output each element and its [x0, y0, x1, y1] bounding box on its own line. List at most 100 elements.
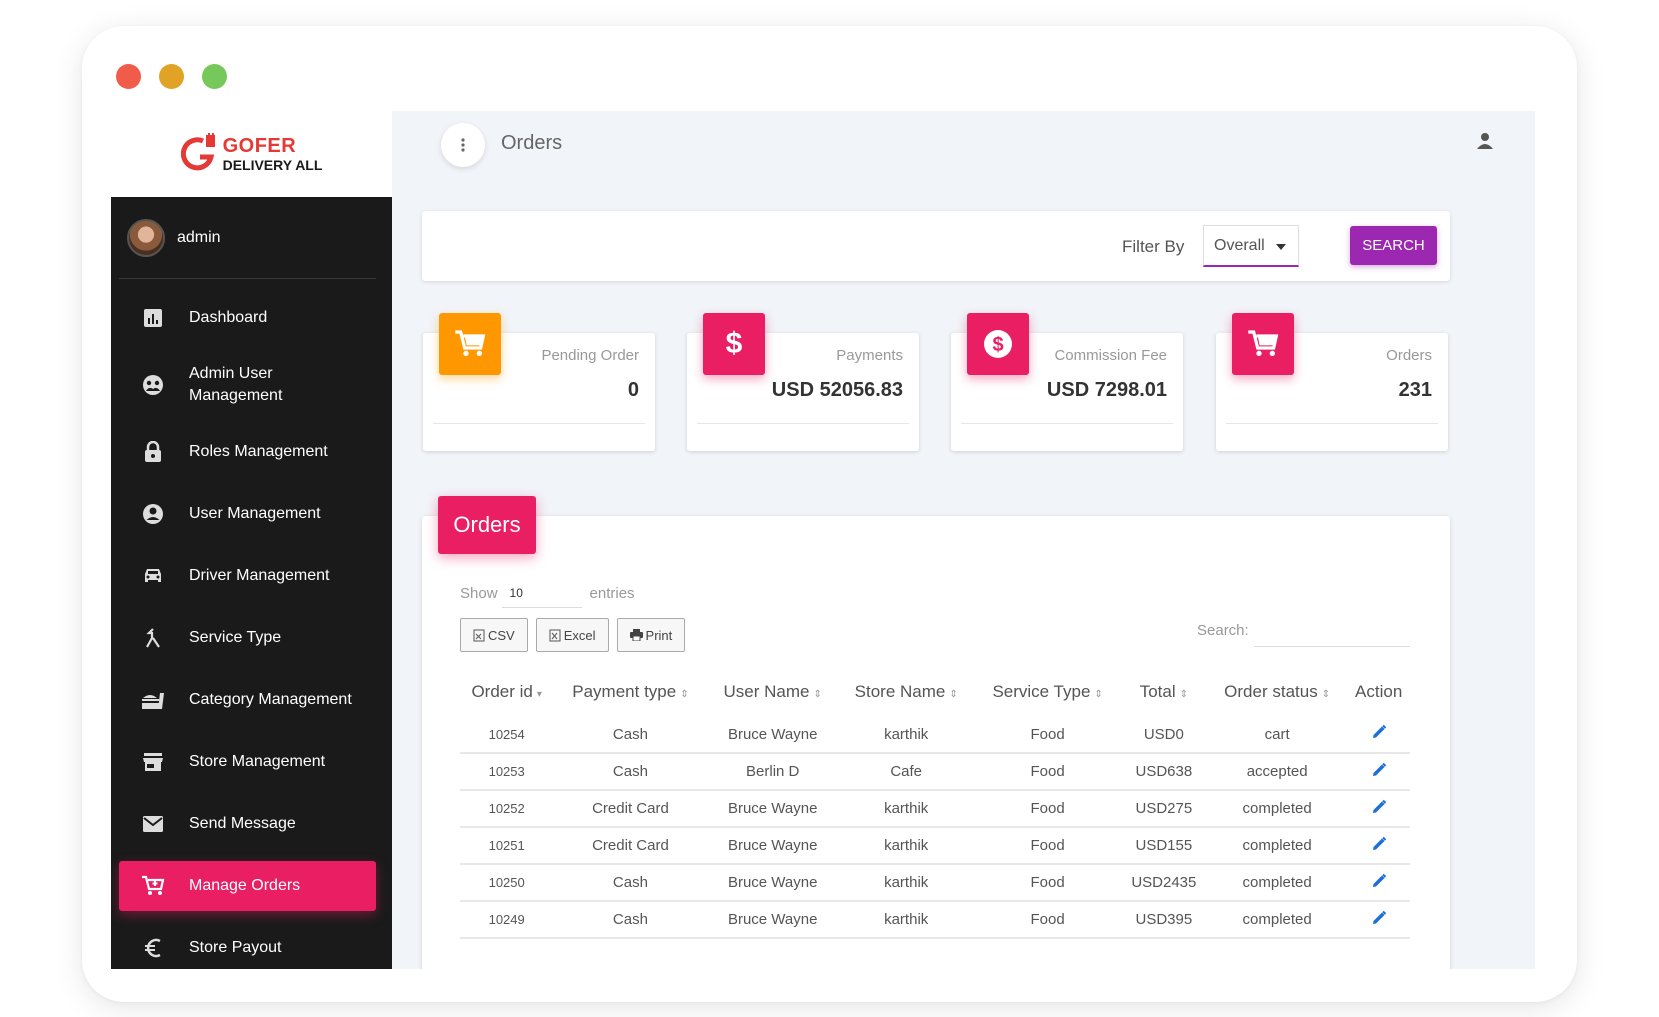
- cart-icon: [1232, 313, 1294, 375]
- stat-card-payments: $ Payments USD 52056.83: [687, 313, 919, 451]
- car-icon: [141, 564, 165, 588]
- sort-icon: ⇕: [1321, 689, 1331, 700]
- svg-text:$: $: [992, 334, 1003, 356]
- sidebar-item-manage-orders[interactable]: Manage Orders: [119, 861, 376, 911]
- minimize-window-dot[interactable]: [159, 64, 184, 89]
- more-options-button[interactable]: [441, 123, 485, 167]
- sidebar-item-store-payout[interactable]: Store Payout: [119, 917, 376, 969]
- stat-card-commission-fee: $ Commission Fee USD 7298.01: [951, 313, 1183, 451]
- sort-icon: ⇕: [1179, 689, 1188, 700]
- kebab-icon: [461, 138, 465, 152]
- column-header-service-type[interactable]: Service Type ⇕: [975, 668, 1121, 716]
- cart-icon: [439, 313, 501, 375]
- sidebar-item-dashboard[interactable]: Dashboard: [119, 287, 376, 349]
- orders-card: Orders Show 10 entries CSV Excel Print S…: [422, 496, 1450, 969]
- payment-type-cell: Cash: [553, 864, 708, 902]
- edit-icon[interactable]: [1371, 910, 1387, 926]
- action-cell: [1347, 753, 1410, 791]
- brand-line-2: DELIVERY ALL: [222, 157, 323, 173]
- store-name-cell: karthik: [837, 827, 975, 865]
- column-header-order-id[interactable]: Order id ▾: [460, 668, 553, 716]
- sidebar-item-roles-management[interactable]: Roles Management: [119, 421, 376, 483]
- file-icon: [473, 629, 485, 641]
- service-type-cell: Food: [974, 753, 1121, 791]
- total-cell: USD0: [1120, 716, 1207, 754]
- search-input[interactable]: [1254, 646, 1410, 647]
- sidebar-item-label: Category Management: [189, 691, 352, 708]
- search-button[interactable]: SEARCH: [1350, 226, 1437, 265]
- excel-label: Excel: [563, 627, 596, 643]
- filter-card: Filter By Overall SEARCH: [422, 211, 1450, 281]
- excel-button[interactable]: Excel: [535, 618, 609, 652]
- order-status-cell: cart: [1206, 716, 1348, 754]
- orders-table: Order id ▾ Payment type ⇕ User Name ⇕ Store…: [460, 668, 1410, 939]
- table-header-row: Order id ▾ Payment type ⇕ User Name ⇕ Store…: [460, 668, 1410, 716]
- sort-desc-icon: ▾: [536, 689, 542, 700]
- close-window-dot[interactable]: [116, 64, 141, 89]
- sidebar-item-label: Store Payout: [189, 939, 282, 956]
- edit-icon[interactable]: [1371, 762, 1387, 778]
- logo[interactable]: GOFER DELIVERY ALL: [111, 111, 392, 197]
- sidebar-item-label: Store Management: [189, 753, 326, 770]
- sidebar-item-user-management[interactable]: User Management: [119, 483, 376, 545]
- print-label: Print: [645, 627, 673, 643]
- order-status-cell: completed: [1206, 864, 1348, 902]
- sidebar-item-send-message[interactable]: Send Message: [119, 793, 376, 855]
- payment-type-cell: Credit Card: [553, 790, 708, 828]
- maximize-window-dot[interactable]: [202, 64, 227, 89]
- store-name-cell: Cafe: [837, 753, 975, 791]
- payment-type-cell: Cash: [553, 901, 708, 939]
- column-header-user-name[interactable]: User Name ⇕: [708, 668, 838, 716]
- stat-value: 0: [627, 379, 639, 401]
- merge-icon: [141, 626, 165, 650]
- entries-select[interactable]: 10: [501, 578, 582, 608]
- euro-icon: [141, 936, 165, 960]
- column-header-order-status[interactable]: Order status ⇕: [1207, 668, 1347, 716]
- user-name-cell: Bruce Wayne: [707, 716, 838, 754]
- total-cell: USD2435: [1120, 864, 1207, 902]
- user-profile-icon[interactable]: [1475, 131, 1495, 151]
- sidebar-item-admin-user-management[interactable]: Admin User Management: [119, 349, 376, 421]
- table-row: 10251 Credit Card Bruce Wayne karthik Food US…: [460, 827, 1410, 865]
- edit-icon[interactable]: [1371, 836, 1387, 852]
- sidebar-item-driver-management[interactable]: Driver Management: [119, 545, 376, 607]
- brand-line-1: GOFER: [222, 135, 297, 157]
- page-title: Orders: [501, 132, 563, 154]
- dollar-circle-icon: $: [967, 313, 1029, 375]
- sidebar-item-category-management[interactable]: Category Management: [119, 669, 376, 731]
- sidebar-item-label: Dashboard: [189, 309, 268, 326]
- sidebar-item-store-management[interactable]: Store Management: [119, 731, 376, 793]
- csv-button[interactable]: CSV: [460, 618, 528, 652]
- sidebar-item-service-type[interactable]: Service Type: [119, 607, 376, 669]
- top-bar: Orders: [392, 111, 1535, 181]
- export-buttons: CSV Excel Print: [460, 618, 686, 652]
- sidebar-item-label: Roles Management: [189, 443, 328, 460]
- service-type-cell: Food: [974, 901, 1121, 939]
- order-id-cell: 10254: [460, 716, 554, 754]
- edit-icon[interactable]: [1371, 724, 1387, 740]
- entries-label: entries: [589, 584, 635, 602]
- edit-icon[interactable]: [1371, 799, 1387, 815]
- table-row: 10254 Cash Bruce Wayne karthik Food USD0 cart: [460, 716, 1410, 754]
- payment-type-cell: Credit Card: [553, 827, 708, 865]
- column-header-payment-type[interactable]: Payment type ⇕: [553, 668, 707, 716]
- orders-card-title: Orders: [438, 496, 536, 554]
- stat-label: Commission Fee: [1054, 347, 1167, 364]
- stat-label: Orders: [1386, 347, 1432, 364]
- sidebar-user[interactable]: admin: [119, 197, 376, 279]
- action-cell: [1347, 827, 1410, 865]
- user-name-cell: Bruce Wayne: [707, 827, 838, 865]
- sidebar-item-label: Send Message: [189, 815, 296, 832]
- sidebar-item-label: Driver Management: [189, 567, 330, 584]
- edit-icon[interactable]: [1371, 873, 1387, 889]
- column-header-total[interactable]: Total ⇕: [1121, 668, 1207, 716]
- filter-select[interactable]: Overall: [1203, 225, 1299, 267]
- print-button[interactable]: Print: [616, 618, 686, 652]
- lock-icon: [141, 440, 165, 464]
- main-content: Orders Filter By Overall SEARCH Pending …: [392, 111, 1535, 969]
- sidebar: GOFER DELIVERY ALL admin Dashboard Admin…: [111, 111, 392, 969]
- user-name-cell: Bruce Wayne: [707, 864, 838, 902]
- order-id-cell: 10252: [460, 790, 554, 828]
- column-header-store-name[interactable]: Store Name ⇕: [838, 668, 975, 716]
- mail-icon: [141, 812, 165, 836]
